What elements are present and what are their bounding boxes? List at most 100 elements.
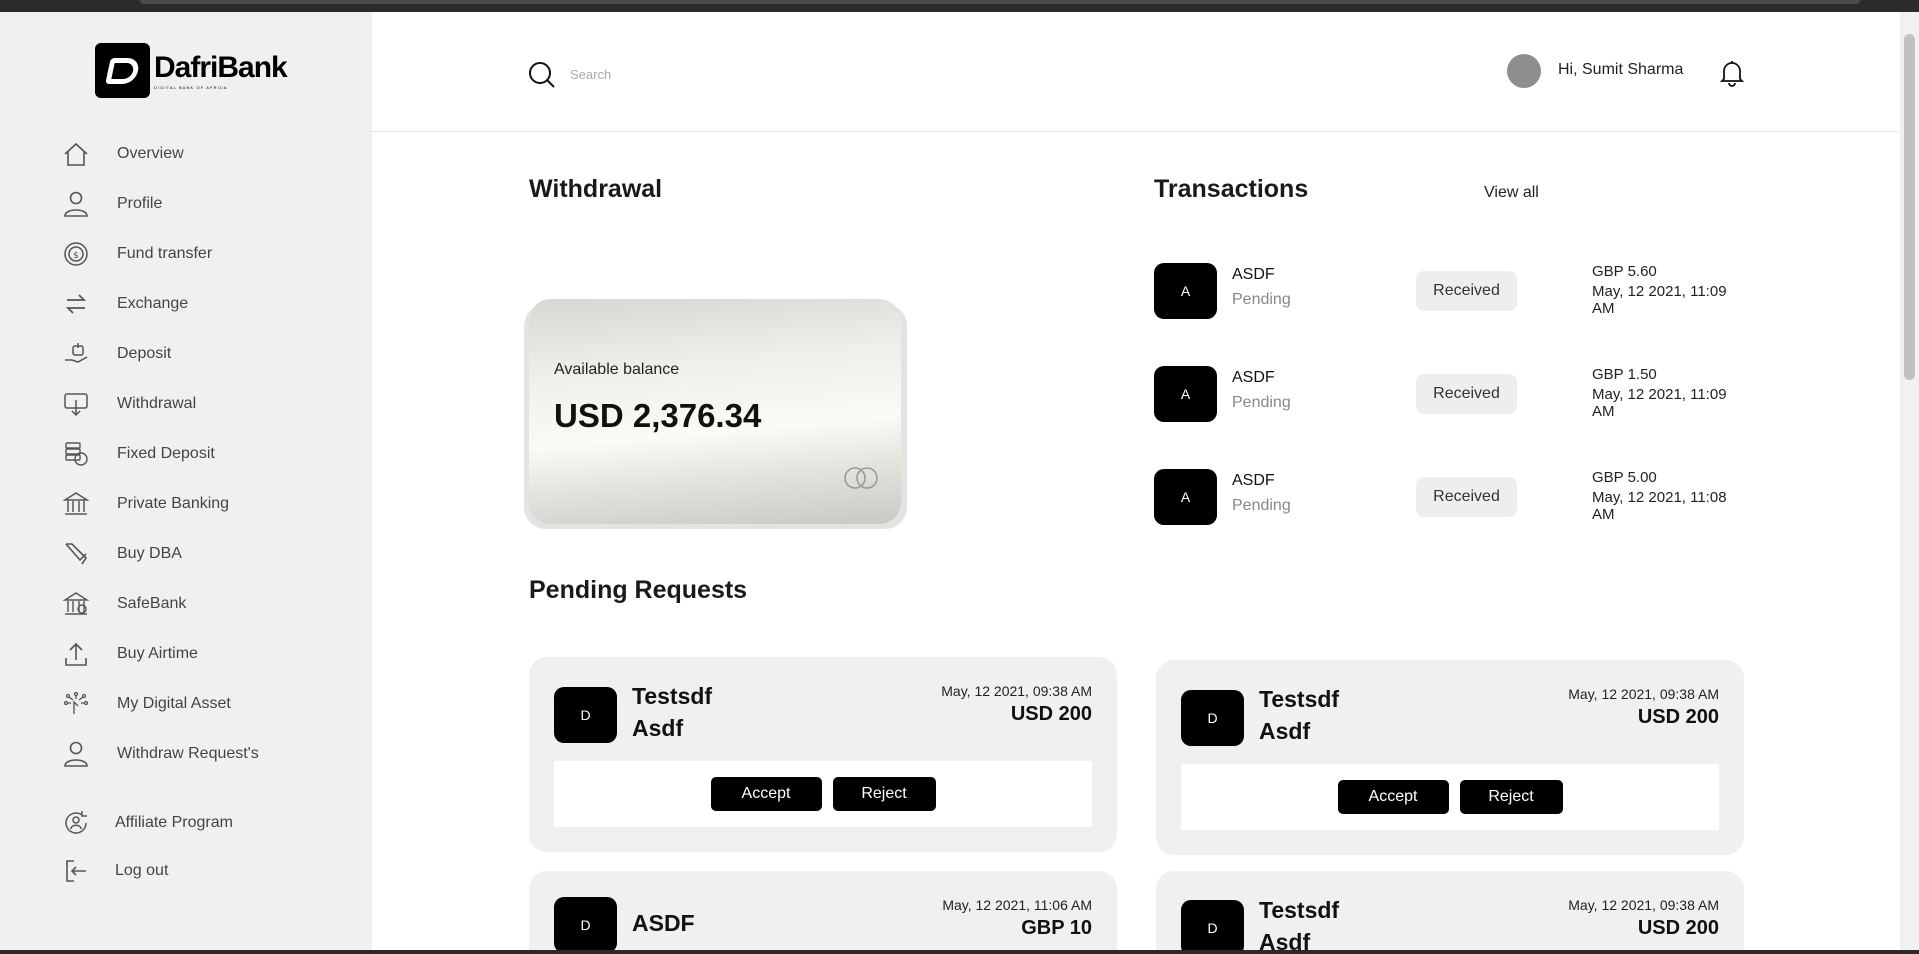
sidebar-item-withdrawal[interactable]: Withdrawal (60, 384, 196, 424)
transaction-status: Pending (1232, 291, 1291, 308)
sidebar-item-profile[interactable]: Profile (60, 184, 162, 224)
user-greeting[interactable]: Hi, Sumit Sharma (1558, 61, 1683, 79)
transaction-row[interactable]: A ASDF Pending Received GBP 5.60 May, 12… (1154, 263, 1744, 319)
logo-mark-icon (95, 43, 150, 98)
sidebar-item-fixed-deposit[interactable]: Fixed Deposit (60, 434, 215, 474)
transaction-type-badge: Received (1416, 271, 1517, 311)
fixed-deposit-icon (60, 438, 92, 470)
bank-icon (60, 488, 92, 520)
pending-request-card: D Testsdf Asdf May, 12 2021, 09:38 AM US… (1156, 871, 1744, 954)
transaction-name: ASDF (1232, 266, 1275, 283)
sidebar-item-safebank[interactable]: SafeBank (60, 584, 186, 624)
sidebar-item-label: Log out (115, 862, 169, 879)
sidebar-item-label: Withdraw Request's (117, 745, 259, 762)
card-network-icon (841, 466, 881, 490)
affiliate-icon (60, 807, 92, 839)
request-amount: USD 200 (1010, 703, 1092, 725)
logout-icon (60, 855, 92, 887)
deposit-icon (60, 338, 92, 370)
transaction-status: Pending (1232, 497, 1291, 514)
sidebar: DafriBank DIGITAL BANK OF AFRICA Overvie… (0, 12, 372, 954)
sidebar-item-withdraw-requests[interactable]: Withdraw Request's (60, 734, 259, 774)
sidebar-item-label: Buy Airtime (117, 645, 198, 662)
sidebar-item-log-out[interactable]: Log out (60, 851, 168, 891)
transaction-type-badge: Received (1416, 477, 1517, 517)
scrollbar-thumb[interactable] (1904, 34, 1915, 380)
transaction-type-badge: Received (1416, 374, 1517, 414)
balance-label: Available balance (554, 361, 680, 378)
request-amount: USD 200 (1637, 917, 1719, 939)
request-date: May, 12 2021, 11:06 AM (942, 897, 1092, 913)
page-scrollbar[interactable] (1900, 12, 1919, 954)
reject-button[interactable]: Reject (1459, 780, 1563, 814)
request-amount: GBP 10 (1021, 917, 1092, 939)
sidebar-item-buy-dba[interactable]: Buy DBA (60, 534, 182, 574)
dafribank-logo[interactable]: DafriBank DIGITAL BANK OF AFRICA (95, 43, 288, 98)
coin-transfer-icon: $ (60, 238, 92, 270)
request-avatar: D (554, 897, 617, 953)
sidebar-item-label: SafeBank (117, 595, 187, 612)
request-avatar: D (1181, 900, 1244, 954)
search-input[interactable] (570, 62, 870, 86)
sidebar-item-label: Withdrawal (117, 395, 197, 412)
browser-top-strip (0, 0, 1919, 12)
sidebar-item-private-banking[interactable]: Private Banking (60, 484, 229, 524)
top-header: Hi, Sumit Sharma (372, 12, 1899, 132)
browser-bottom-strip (0, 950, 1919, 954)
transaction-status: Pending (1232, 394, 1291, 411)
avatar[interactable] (1507, 54, 1541, 88)
request-name-line2: Asdf (1259, 718, 1311, 744)
sidebar-item-label: Exchange (117, 295, 189, 312)
accept-button[interactable]: Accept (1337, 780, 1449, 814)
transaction-date: May, 12 2021, 11:09 AM (1592, 283, 1727, 317)
sidebar-item-label: Fund transfer (117, 245, 213, 262)
transaction-name: ASDF (1232, 472, 1275, 489)
sidebar-item-label: Deposit (117, 345, 172, 362)
transaction-avatar: A (1154, 469, 1217, 525)
transaction-amount: GBP 5.60 (1592, 263, 1657, 280)
bell-icon[interactable] (1719, 59, 1745, 87)
sidebar-item-fund-transfer[interactable]: $ Fund transfer (60, 234, 212, 274)
pending-request-card: D ASDF May, 12 2021, 11:06 AM GBP 10 (529, 871, 1117, 954)
pending-request-card: D Testsdf Asdf May, 12 2021, 09:38 AM US… (529, 657, 1117, 852)
withdrawal-icon (60, 388, 92, 420)
reject-button[interactable]: Reject (832, 777, 936, 811)
sidebar-item-my-digital-asset[interactable]: My Digital Asset (60, 684, 231, 724)
withdrawal-title: Withdrawal (529, 175, 663, 203)
main-content: Withdrawal Available balance USD 2,376.3… (372, 132, 1899, 954)
sidebar-item-exchange[interactable]: Exchange (60, 284, 188, 324)
view-all-link[interactable]: View all (1484, 184, 1539, 202)
balance-card: Available balance USD 2,376.34 (529, 299, 901, 524)
sidebar-item-label: My Digital Asset (117, 695, 231, 712)
user-icon (60, 188, 92, 220)
sidebar-item-affiliate-program[interactable]: Affiliate Program (60, 803, 233, 843)
safebank-icon (60, 588, 92, 620)
transaction-avatar: A (1154, 263, 1217, 319)
transaction-row[interactable]: A ASDF Pending Received GBP 1.50 May, 12… (1154, 366, 1744, 422)
request-actions: Accept Reject (1181, 764, 1719, 830)
transaction-avatar: A (1154, 366, 1217, 422)
pending-requests-title: Pending Requests (529, 576, 748, 604)
transaction-amount: GBP 1.50 (1592, 366, 1657, 383)
request-name-line1: ASDF (632, 910, 695, 936)
transaction-amount: GBP 5.00 (1592, 469, 1657, 486)
home-icon (60, 138, 92, 170)
sidebar-item-buy-airtime[interactable]: Buy Airtime (60, 634, 198, 674)
request-name-line1: Testsdf (1259, 897, 1340, 923)
brand-name: DafriBank (154, 50, 288, 84)
request-name-line1: Testsdf (1259, 686, 1340, 712)
request-amount: USD 200 (1637, 706, 1719, 728)
sidebar-item-overview[interactable]: Overview (60, 134, 184, 174)
upload-icon (60, 638, 92, 670)
accept-button[interactable]: Accept (710, 777, 822, 811)
search-icon[interactable] (527, 60, 557, 90)
request-date: May, 12 2021, 09:38 AM (941, 683, 1092, 699)
request-name-line1: Testsdf (632, 683, 713, 709)
sidebar-item-deposit[interactable]: Deposit (60, 334, 171, 374)
transaction-name: ASDF (1232, 369, 1275, 386)
transaction-row[interactable]: A ASDF Pending Received GBP 5.00 May, 12… (1154, 469, 1744, 525)
digital-asset-icon (60, 688, 92, 720)
transaction-date: May, 12 2021, 11:08 AM (1592, 489, 1727, 523)
request-actions: Accept Reject (554, 761, 1092, 827)
svg-text:$: $ (73, 251, 79, 261)
